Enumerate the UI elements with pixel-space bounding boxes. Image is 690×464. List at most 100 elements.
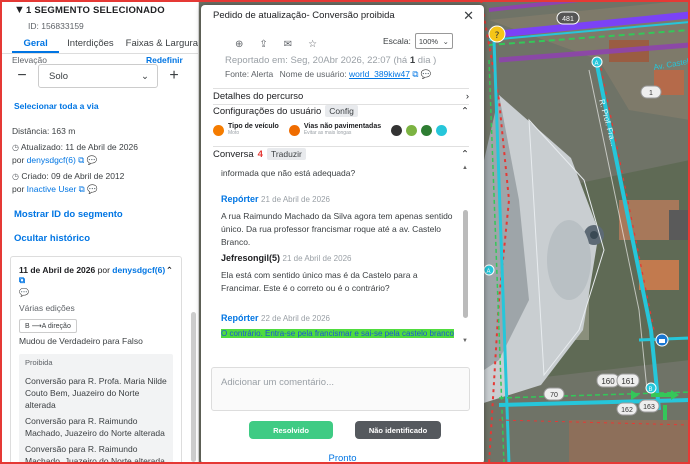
- collapse-icon[interactable]: ▼: [14, 4, 26, 16]
- level-control: − Solo ⌄ +: [12, 64, 184, 88]
- scroll-down-icon[interactable]: ▼: [462, 338, 468, 344]
- history-author-link[interactable]: denysdgcf(6): [112, 265, 165, 275]
- conversation-header[interactable]: Conversa 4 Traduzir ⌃: [213, 148, 469, 160]
- ready-link[interactable]: Pronto: [201, 453, 484, 464]
- scroll-up-icon[interactable]: ▲: [462, 165, 468, 171]
- chevron-up-icon: ⌃: [461, 148, 469, 160]
- username-link[interactable]: world_389kiw47: [349, 69, 410, 79]
- map-badge: 70: [543, 387, 565, 401]
- chat-icon[interactable]: 💬: [421, 69, 432, 79]
- prohibited-box: Proibida Conversão para R. Profa. Maria …: [19, 354, 173, 464]
- chat-icon[interactable]: 💬: [19, 288, 173, 297]
- external-link-icon[interactable]: ⧉: [19, 275, 25, 285]
- update-request-dialog: Pedido de atualização- Conversão proibid…: [201, 5, 484, 464]
- level-select[interactable]: Solo ⌄: [38, 64, 158, 88]
- alert-pin-icon[interactable]: ?: [488, 25, 506, 43]
- chevron-down-icon: ⌄: [442, 36, 449, 46]
- unpaved-roads-icon: [288, 124, 300, 136]
- resolved-button[interactable]: Resolvido: [249, 421, 333, 439]
- star-icon[interactable]: ☆: [308, 39, 317, 50]
- dialog-title: Pedido de atualização- Conversão proibid…: [213, 10, 395, 21]
- not-identified-button[interactable]: Não identificado: [355, 421, 441, 439]
- source-text: Fonte: Alerta: [225, 69, 274, 79]
- multiple-edits-text: Várias edições: [19, 303, 75, 313]
- conversation-count: 4: [257, 149, 263, 160]
- vehicle-label: Tipo de veículo: [228, 123, 279, 130]
- node-label: B: [649, 387, 653, 393]
- external-link-icon[interactable]: ⧉: [79, 184, 85, 194]
- conversation-scrollbar[interactable]: [463, 210, 468, 318]
- translate-tag[interactable]: Traduzir: [266, 148, 306, 160]
- ago-close: dia ): [417, 55, 437, 66]
- created-by-prefix: por: [12, 184, 25, 194]
- email-icon[interactable]: ✉: [284, 39, 292, 50]
- dialog-title-main: Pedido de atualização: [213, 10, 307, 21]
- created-text: Criado: 09 de Abril de 2012: [21, 171, 125, 181]
- list-item: Repórter 22 de Abril de 2026 O contrário…: [221, 312, 454, 340]
- source-row: Fonte: Alerta Nome de usuário: world_389…: [225, 69, 431, 80]
- history-by-prefix: por: [97, 265, 110, 275]
- history-date: 11 de Abril de 2026: [19, 265, 96, 275]
- chevron-up-icon[interactable]: ⌃: [166, 265, 173, 286]
- map-badge: 160: [596, 373, 620, 388]
- lock-settings-icon: [436, 124, 448, 136]
- chat-icon[interactable]: 💬: [87, 155, 98, 165]
- chevron-down-icon: ⌄: [141, 70, 149, 82]
- tab-interdicoes[interactable]: Interdições: [67, 34, 113, 53]
- distance-text: Distância: 163 m: [12, 126, 76, 136]
- share-icon[interactable]: ⇪: [259, 39, 267, 50]
- external-link-icon[interactable]: ⧉: [78, 155, 84, 165]
- created-info: ◷ Criado: 09 de Abril de 2012 por Inacti…: [12, 170, 124, 195]
- updated-by-link[interactable]: denysdgcf(6): [27, 155, 76, 165]
- unpaved-label: Vias não pavimentadas: [303, 123, 382, 130]
- dialog-toolbar: ⊕ ⇪ ✉ ☆: [235, 39, 317, 50]
- crosshair-icon[interactable]: ⊕: [235, 39, 243, 50]
- change-text: Mudou de Verdadeiro para Falso: [19, 336, 143, 346]
- conversation-list: informada que não está adequada? Repórte…: [213, 167, 462, 349]
- select-all-link[interactable]: Selecionar toda a via: [14, 101, 99, 111]
- route-details-label: Detalhes do percurso: [213, 91, 304, 102]
- scale-select[interactable]: 100% ⌄: [414, 33, 453, 49]
- vehicle-type: Tipo de veículo Moto: [228, 123, 279, 137]
- svg-text:160: 160: [601, 377, 615, 386]
- plus-button[interactable]: +: [164, 67, 184, 85]
- minus-button[interactable]: −: [12, 67, 32, 85]
- username-label: Nome de usuário:: [279, 69, 347, 79]
- tab-geral[interactable]: Geral: [12, 34, 60, 53]
- route-details-header[interactable]: Detalhes do percurso ›: [213, 91, 469, 102]
- message-text-highlighted: O contrário. Entra-se pela francismar e …: [221, 329, 454, 338]
- scale-control: Escala: 100% ⌄: [383, 33, 453, 49]
- divider: [213, 146, 469, 147]
- message-date: 21 de Abril de 2026: [282, 254, 352, 263]
- updated-text: Atualizado: 11 de Abril de 2026: [20, 142, 138, 152]
- created-by-link[interactable]: Inactive User: [27, 184, 77, 194]
- comment-input[interactable]: Adicionar um comentário...: [211, 367, 470, 411]
- show-segment-id-link[interactable]: Mostrar ID do segmento: [14, 209, 123, 220]
- tab-faixas[interactable]: Faixas & Largura: [126, 34, 198, 53]
- conversation-label: Conversa: [213, 149, 254, 160]
- chat-icon[interactable]: 💬: [87, 184, 98, 194]
- brazil-flag-icon: [421, 124, 433, 136]
- message-date: 21 de Abril de 2026: [261, 195, 330, 204]
- history-card: 11 de Abril de 2026 por denysdgcf(6) ⧉ ⌃…: [10, 256, 182, 464]
- map-badge: 163: [638, 399, 660, 413]
- lock-icon[interactable]: [655, 333, 669, 347]
- direction-chip: B ⟶A direção: [19, 319, 77, 333]
- message-text: A rua Raimundo Machado da Silva agora te…: [221, 211, 453, 247]
- history-header: 11 de Abril de 2026 por denysdgcf(6) ⧉ ⌃: [19, 265, 173, 286]
- message-text: Ela está com sentido único mas é da Cast…: [221, 270, 418, 293]
- message-text: informada que não está adequada?: [221, 168, 356, 178]
- user-settings-header[interactable]: Configurações do usuário Config ⌃: [213, 105, 469, 117]
- message-date: 22 de Abril de 2026: [261, 314, 330, 323]
- unpaved-value: Evitar as mais longas: [303, 130, 352, 136]
- segment-panel: ▼ 1 SEGMENTO SELECIONADO ID: 156833159 G…: [0, 0, 199, 464]
- panel-scrollbar[interactable]: [191, 312, 196, 462]
- reported-text: Reportado em: Seg, 20Abr 2026, 22:07: [225, 55, 391, 66]
- close-icon[interactable]: ✕: [463, 8, 474, 24]
- level-value: Solo: [49, 70, 69, 82]
- external-link-icon[interactable]: ⧉: [412, 69, 418, 79]
- config-tag[interactable]: Config: [325, 105, 358, 117]
- scale-label: Escala:: [383, 36, 411, 46]
- message-author: Jefresongil(5): [221, 253, 281, 263]
- hide-history-link[interactable]: Ocultar histórico: [14, 233, 90, 244]
